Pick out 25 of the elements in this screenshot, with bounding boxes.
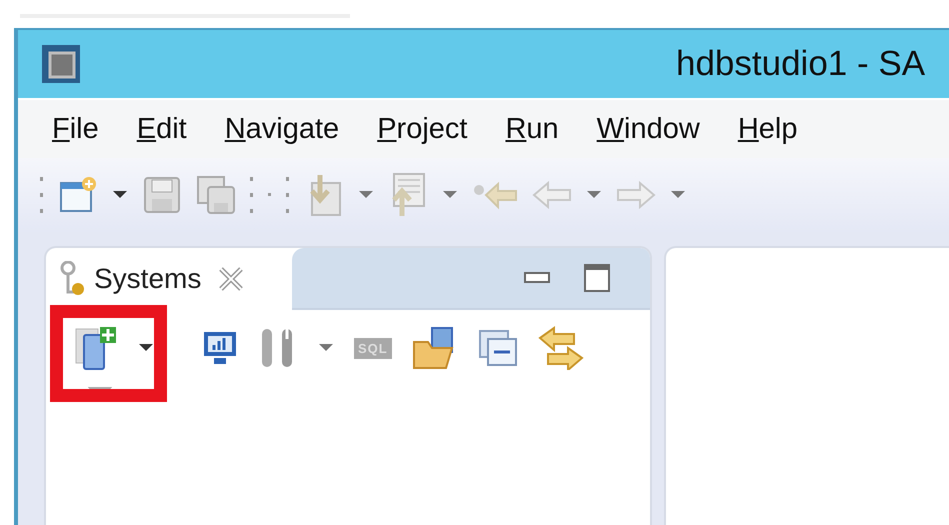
app-icon — [40, 43, 82, 85]
maximize-icon[interactable] — [584, 264, 610, 292]
add-system-icon[interactable] — [74, 325, 118, 371]
toolbar-grip-icon — [286, 175, 290, 215]
menu-item[interactable]: Navigate — [224, 112, 340, 146]
save-all-icon[interactable] — [196, 175, 236, 215]
close-icon[interactable] — [217, 265, 246, 293]
minimize-icon[interactable] — [524, 272, 550, 284]
menu-item[interactable]: Edit — [136, 112, 187, 146]
collapse-all-icon[interactable] — [478, 329, 518, 367]
menu-item[interactable]: Project — [377, 112, 468, 146]
window-title: hdbstudio1 - SA — [676, 44, 926, 84]
toolbar-grip-icon — [250, 175, 254, 215]
menu-item[interactable]: Window — [596, 112, 700, 146]
save-icon[interactable] — [142, 175, 182, 215]
menu-item[interactable]: File — [52, 112, 99, 146]
menu-item[interactable]: Help — [738, 112, 798, 146]
toolbar-grip-icon — [40, 175, 44, 215]
swap-arrows-icon[interactable] — [538, 326, 584, 370]
caret-icon[interactable] — [138, 343, 154, 353]
caret-icon[interactable] — [112, 190, 128, 200]
new-window-icon[interactable] — [58, 175, 98, 215]
key-icon — [60, 261, 86, 297]
monitor-chart-icon[interactable] — [202, 330, 238, 366]
menu-item[interactable]: Run — [505, 112, 559, 146]
